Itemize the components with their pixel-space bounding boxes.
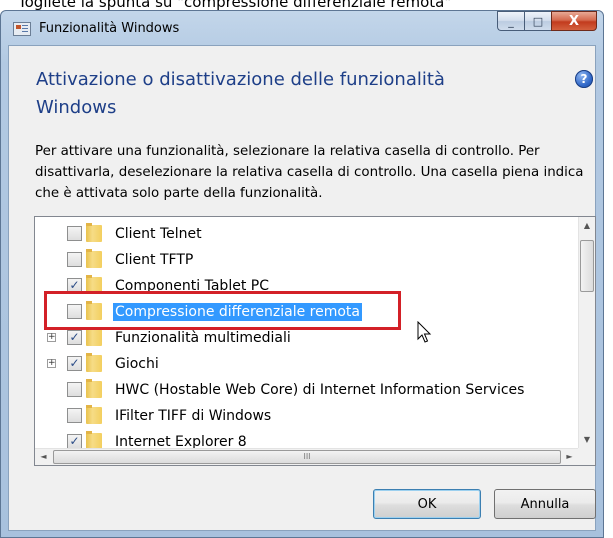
folder-icon <box>86 431 102 448</box>
help-icon[interactable]: ? <box>575 70 593 88</box>
feature-checkbox[interactable] <box>67 226 82 241</box>
feature-label[interactable]: Internet Explorer 8 <box>115 433 247 448</box>
feature-checkbox[interactable] <box>67 408 82 423</box>
feature-label[interactable]: Funzionalità multimediali <box>115 329 291 347</box>
minimize-icon: _ <box>508 14 514 28</box>
feature-row[interactable]: ✓ Internet Explorer 8 <box>35 429 578 448</box>
scroll-down-icon[interactable]: ▼ <box>579 431 595 448</box>
feature-row[interactable]: HWC (Hostable Web Core) di Internet Info… <box>35 377 578 403</box>
feature-label[interactable]: Giochi <box>115 355 159 373</box>
vertical-scrollbar[interactable]: ▲ ▼ <box>578 217 595 448</box>
feature-label[interactable]: Client Telnet <box>115 225 202 243</box>
expand-icon[interactable]: + <box>47 333 56 342</box>
minimize-button[interactable]: _ <box>497 11 524 31</box>
features-list: Client Telnet Client TFTP ✓ Componenti Tabl… <box>35 217 578 448</box>
maximize-button[interactable]: □ <box>524 11 551 31</box>
feature-checkbox[interactable]: ✓ <box>67 356 82 371</box>
folder-icon <box>86 379 102 398</box>
feature-row[interactable]: + ✓ Giochi <box>35 351 578 377</box>
instructions-text: Per attivare una funzionalità, seleziona… <box>35 144 584 201</box>
close-button[interactable]: X <box>551 11 597 31</box>
feature-checkbox[interactable] <box>67 382 82 397</box>
cancel-button[interactable]: Annulla <box>494 489 596 519</box>
folder-icon <box>86 353 102 372</box>
feature-row[interactable]: Client TFTP <box>35 247 578 273</box>
scroll-right-icon[interactable]: ► <box>561 449 578 465</box>
feature-row[interactable]: IFilter TIFF di Windows <box>35 403 578 429</box>
feature-checkbox[interactable]: ✓ <box>67 434 82 448</box>
folder-icon <box>86 405 102 424</box>
maximize-icon: □ <box>532 14 544 28</box>
folder-icon <box>86 249 102 268</box>
title-bar[interactable]: Funzionalità Windows _ □ X <box>1 11 603 45</box>
feature-row[interactable]: Client Telnet <box>35 221 578 247</box>
folder-icon <box>86 327 102 346</box>
window-controls: _ □ X <box>497 11 597 33</box>
scroll-left-icon[interactable]: ◄ <box>35 449 52 465</box>
horizontal-scrollbar[interactable]: ◄ III ► <box>35 448 578 465</box>
close-icon: X <box>568 13 580 29</box>
scroll-corner <box>578 448 595 465</box>
feature-label[interactable]: IFilter TIFF di Windows <box>115 407 271 425</box>
window-title: Funzionalità Windows <box>39 21 180 36</box>
page-title: Attivazione o disattivazione delle funzi… <box>36 69 445 118</box>
ok-button[interactable]: OK <box>373 489 481 519</box>
vertical-scroll-thumb[interactable] <box>580 240 594 292</box>
features-tree[interactable]: Client Telnet Client TFTP ✓ Componenti Tabl… <box>34 216 596 466</box>
highlight-annotation <box>44 291 401 330</box>
feature-checkbox[interactable]: ✓ <box>67 330 82 345</box>
folder-icon <box>86 223 102 242</box>
scroll-up-icon[interactable]: ▲ <box>579 217 595 234</box>
feature-label[interactable]: HWC (Hostable Web Core) di Internet Info… <box>115 381 524 399</box>
feature-label[interactable]: Client TFTP <box>115 251 193 269</box>
windows-features-icon <box>13 22 31 36</box>
horizontal-scroll-thumb[interactable]: III <box>53 450 561 464</box>
expand-icon[interactable]: + <box>47 359 56 368</box>
feature-checkbox[interactable] <box>67 252 82 267</box>
